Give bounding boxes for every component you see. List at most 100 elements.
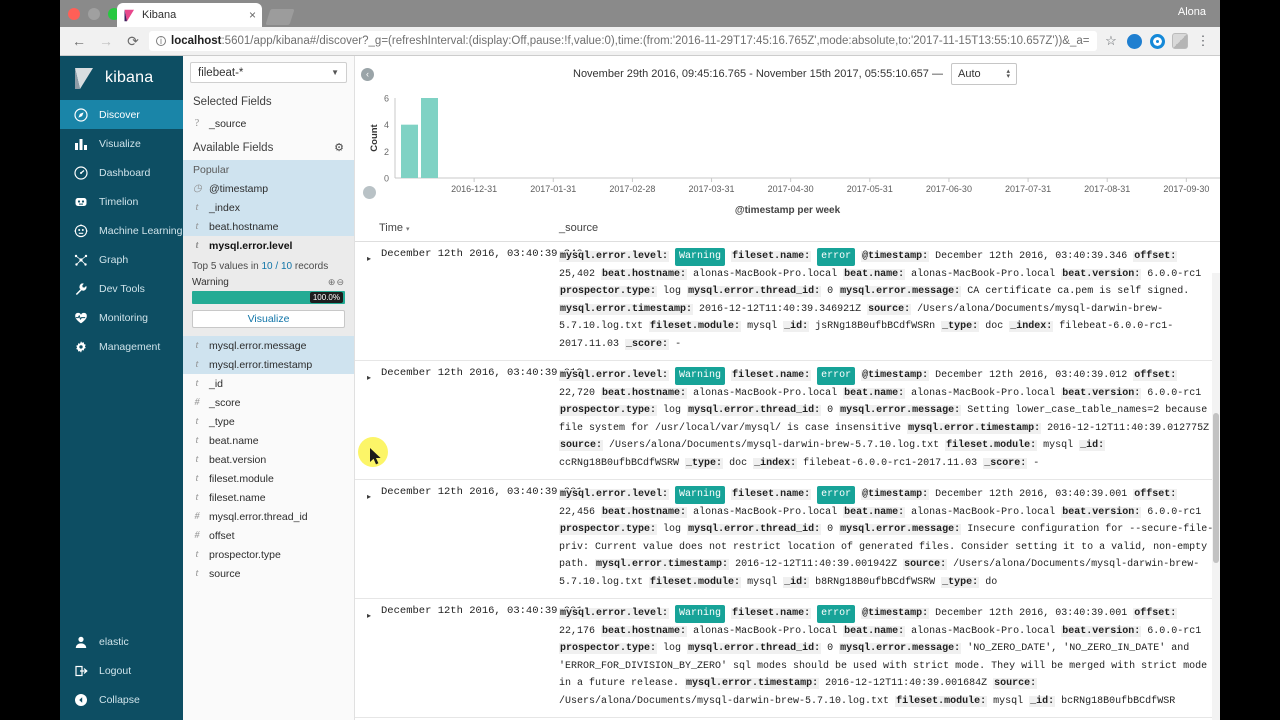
field-item-source[interactable]: ? _source bbox=[183, 114, 354, 133]
field-item-beat-name[interactable]: tbeat.name bbox=[183, 431, 354, 450]
source-field-key: mysql.error.timestamp: bbox=[907, 423, 1041, 434]
sidebar-item-dashboard[interactable]: Dashboard bbox=[60, 158, 183, 187]
source-field-key: mysql.error.message: bbox=[839, 405, 961, 416]
field-item-fileset-module[interactable]: tfileset.module bbox=[183, 469, 354, 488]
sidebar-item-dev-tools[interactable]: Dev Tools bbox=[60, 274, 183, 303]
field-item-id[interactable]: t_id bbox=[183, 374, 354, 393]
source-column-header[interactable]: _source bbox=[555, 216, 1220, 242]
source-field-value: 0 bbox=[827, 405, 833, 416]
sidebar-item-timelion[interactable]: Timelion bbox=[60, 187, 183, 216]
bookmark-star-icon[interactable]: ☆ bbox=[1102, 32, 1120, 50]
field-item-mysql-error-message[interactable]: t mysql.error.message bbox=[183, 336, 354, 355]
expand-row-icon[interactable]: ▸ bbox=[359, 254, 371, 263]
sidebar-item-management[interactable]: Management bbox=[60, 332, 183, 361]
time-column-header[interactable]: Time▾ bbox=[377, 216, 555, 242]
source-field-value: ccRNg18B0ufbBCdfWSRW bbox=[559, 458, 679, 469]
field-type-icon: ? bbox=[193, 118, 201, 129]
source-field-key: _score: bbox=[625, 339, 669, 350]
browser-profile-name[interactable]: Alona bbox=[1178, 6, 1206, 18]
table-row[interactable]: ▸December 12th 2016, 03:40:39.001mysql.e… bbox=[355, 599, 1220, 718]
address-bar[interactable]: i localhost:5601/app/kibana#/discover?_g… bbox=[149, 31, 1097, 51]
zoom-out-icon[interactable]: ⊖ bbox=[336, 277, 345, 287]
expand-row-cell[interactable]: ▸ bbox=[355, 242, 377, 361]
back-button[interactable]: ← bbox=[68, 30, 90, 52]
expand-row-icon[interactable]: ▸ bbox=[359, 373, 371, 382]
table-row[interactable]: ▸December 12th 2016, 03:40:39.012mysql.e… bbox=[355, 361, 1220, 480]
chart-collapse-toggle[interactable] bbox=[363, 186, 376, 199]
field-settings-gear-icon[interactable]: ⚙ bbox=[334, 141, 344, 154]
documents-table-container[interactable]: Time▾ _source ▸December 12th 2016, 03:40… bbox=[355, 216, 1220, 720]
index-pattern-select[interactable]: filebeat-* ▼ bbox=[190, 62, 347, 83]
sidebar-item-logout[interactable]: Logout bbox=[60, 656, 183, 685]
field-item-timestamp[interactable]: ◷ @timestamp bbox=[183, 179, 354, 198]
field-item-offset[interactable]: #offset bbox=[183, 526, 354, 545]
site-info-icon[interactable]: i bbox=[156, 36, 166, 46]
sidebar-item-graph[interactable]: Graph bbox=[60, 245, 183, 274]
field-item-source[interactable]: tsource bbox=[183, 564, 354, 583]
close-tab-button[interactable]: × bbox=[249, 8, 256, 22]
field-item-mysql-error-thread-id[interactable]: #mysql.error.thread_id bbox=[183, 507, 354, 526]
collapse-panel-icon[interactable]: ‹ bbox=[361, 68, 374, 81]
field-name: offset bbox=[209, 530, 235, 542]
source-field-key: mysql.error.message: bbox=[839, 643, 961, 654]
field-item-beat-hostname[interactable]: t beat.hostname bbox=[183, 217, 354, 236]
new-tab-button[interactable] bbox=[265, 9, 294, 25]
other-fields-group: t_id#_scoret_typetbeat.nametbeat.version… bbox=[183, 374, 354, 583]
sidebar-item-discover[interactable]: Discover bbox=[60, 100, 183, 129]
kibana-logo[interactable]: kibana bbox=[60, 56, 183, 100]
sort-caret-icon[interactable]: ▾ bbox=[406, 226, 410, 233]
field-name: mysql.error.timestamp bbox=[209, 359, 312, 371]
field-item-prospector-type[interactable]: tprospector.type bbox=[183, 545, 354, 564]
browser-tab-kibana[interactable]: Kibana × bbox=[117, 3, 262, 27]
expand-row-cell[interactable]: ▸ bbox=[355, 599, 377, 718]
vertical-scrollbar-track[interactable] bbox=[1212, 273, 1220, 720]
field-item-score[interactable]: #_score bbox=[183, 393, 354, 412]
window-traffic-lights[interactable] bbox=[68, 8, 120, 20]
field-item-type[interactable]: t_type bbox=[183, 412, 354, 431]
fields-sidebar: filebeat-* ▼ Selected Fields ? _source A… bbox=[183, 56, 355, 720]
table-row[interactable]: ▸December 12th 2016, 03:40:39.001mysql.e… bbox=[355, 480, 1220, 599]
sidebar-item-elastic-user[interactable]: elastic bbox=[60, 627, 183, 656]
browser-menu-icon[interactable]: ⋮ bbox=[1194, 32, 1212, 50]
source-field-key: mysql.error.level: bbox=[559, 370, 669, 381]
minimize-window-button[interactable] bbox=[88, 8, 100, 20]
source-field-key: prospector.type: bbox=[559, 524, 657, 535]
expand-row-icon[interactable]: ▸ bbox=[359, 492, 371, 501]
popular-fields-group: Popular ◷ @timestamp t _index t beat.hos… bbox=[183, 160, 354, 236]
sidebar-item-monitoring[interactable]: Monitoring bbox=[60, 303, 183, 332]
extension-icon-3[interactable] bbox=[1171, 32, 1189, 50]
sidebar-item-collapse[interactable]: Collapse bbox=[60, 685, 183, 714]
stepper-icon[interactable]: ▴▾ bbox=[1006, 69, 1010, 79]
reload-button[interactable]: ⟳ bbox=[122, 30, 144, 52]
interval-select[interactable]: Auto ▴▾ bbox=[951, 63, 1017, 85]
field-type-icon: t bbox=[193, 473, 201, 484]
expand-row-cell[interactable]: ▸ bbox=[355, 480, 377, 599]
close-window-button[interactable] bbox=[68, 8, 80, 20]
source-field-chip: error bbox=[817, 605, 855, 623]
forward-button[interactable]: → bbox=[95, 30, 117, 52]
source-field-key: fileset.module: bbox=[895, 696, 987, 707]
field-name: prospector.type bbox=[209, 549, 281, 561]
row-source-cell: mysql.error.level: Warning fileset.name:… bbox=[555, 480, 1220, 599]
extension-icon-2[interactable] bbox=[1148, 32, 1166, 50]
histogram-chart[interactable]: 0246Count2016-12-312017-01-312017-02-282… bbox=[355, 88, 1220, 216]
source-field-value: log bbox=[663, 643, 681, 654]
url-host: localhost bbox=[171, 35, 221, 47]
field-bucket-percent: 100.0% bbox=[310, 292, 343, 303]
table-row[interactable]: ▸December 12th 2016, 03:40:39.346mysql.e… bbox=[355, 242, 1220, 361]
filter-magnifier-icons[interactable]: ⊕⊖ bbox=[328, 277, 345, 288]
field-item-mysql-error-timestamp[interactable]: t mysql.error.timestamp bbox=[183, 355, 354, 374]
sidebar-item-machine-learning[interactable]: Machine Learning bbox=[60, 216, 183, 245]
source-field-chip: error bbox=[817, 367, 855, 385]
extension-icon-1[interactable] bbox=[1125, 32, 1143, 50]
expand-row-icon[interactable]: ▸ bbox=[359, 611, 371, 620]
field-item-fileset-name[interactable]: tfileset.name bbox=[183, 488, 354, 507]
field-item-index[interactable]: t _index bbox=[183, 198, 354, 217]
vertical-scrollbar-thumb[interactable] bbox=[1213, 413, 1219, 563]
field-item-mysql-error-level[interactable]: t mysql.error.level bbox=[183, 236, 354, 255]
sidebar-item-visualize[interactable]: Visualize bbox=[60, 129, 183, 158]
index-pattern-value: filebeat-* bbox=[198, 67, 243, 79]
source-field-key: _id: bbox=[783, 577, 809, 588]
field-item-beat-version[interactable]: tbeat.version bbox=[183, 450, 354, 469]
visualize-button[interactable]: Visualize bbox=[192, 310, 345, 328]
